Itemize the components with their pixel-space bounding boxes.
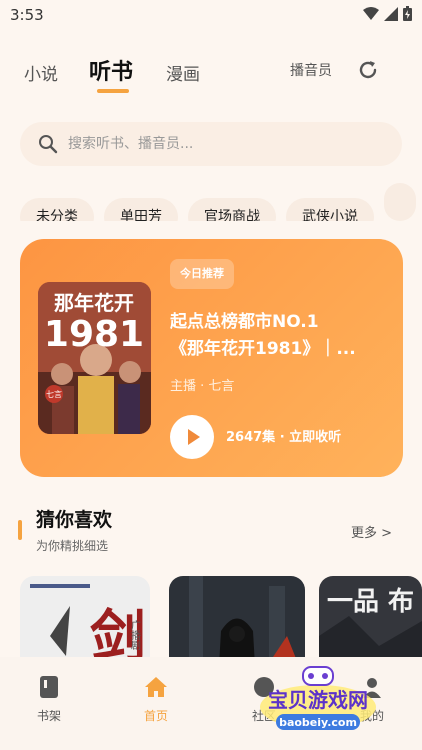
book-icon [40, 676, 58, 698]
chip-shan-tianfang[interactable]: 单田芳 [104, 198, 178, 221]
watermark-logo: 宝贝游戏网 baobeiy.com [248, 665, 388, 735]
signal-icon [384, 6, 398, 21]
recommend-badge: 今日推荐 [170, 259, 234, 289]
refresh-icon[interactable] [356, 58, 380, 82]
search-icon [39, 135, 58, 154]
book-1-side-text: 广播剧 [129, 620, 141, 651]
chip-wuxia[interactable]: 武侠小说 [286, 198, 374, 221]
narrator-link[interactable]: 播音员 [290, 60, 332, 80]
cover-art: 那年花开 1981 七言 [38, 282, 151, 434]
tab-audiobook[interactable]: 听书 [89, 54, 133, 86]
category-chips: 未分类 单田芳 官场商战 武侠小说 [20, 183, 422, 221]
book-3-title: 一品 布 [327, 587, 414, 617]
section-title: 猜你喜欢 [36, 509, 113, 531]
chip-business[interactable]: 官场商战 [188, 198, 276, 221]
book-cover-2 [169, 576, 305, 666]
more-link[interactable]: 更多 > [351, 522, 392, 541]
book-cover-1: 剑 广播剧 [20, 576, 150, 666]
cover-stamp: 七言 [46, 389, 62, 399]
play-icon [188, 429, 200, 445]
book-card-3[interactable]: 一品 布 [319, 576, 422, 666]
watermark-cn: 宝贝游戏网 [268, 688, 368, 712]
nav-home-label: 首页 [143, 709, 168, 723]
book-cover-3: 一品 布 [319, 576, 422, 666]
status-icons [363, 6, 412, 21]
section-accent-bar [18, 520, 22, 540]
nav-bookshelf-label: 书架 [36, 709, 61, 723]
book-card-2[interactable] [169, 576, 305, 666]
book-card-1[interactable]: 剑 广播剧 [20, 576, 150, 666]
watermark-en: baobeiy.com [279, 716, 357, 729]
status-bar: 3:53 [0, 0, 422, 30]
play-button[interactable] [170, 415, 214, 459]
nav-bookshelf[interactable]: 书架 [19, 675, 79, 724]
search-input[interactable] [68, 122, 388, 166]
nav-home[interactable]: 首页 [126, 675, 186, 724]
chip-uncategorized[interactable]: 未分类 [20, 198, 94, 221]
section-subtitle: 为你精挑细选 [36, 539, 109, 553]
recommend-cover[interactable]: 那年花开 1981 七言 [38, 282, 151, 434]
recommend-title[interactable]: 起点总榜都市NO.1 《那年花开1981》｜... [170, 309, 385, 363]
home-icon [145, 677, 167, 697]
battery-icon [403, 6, 412, 21]
status-time: 3:53 [10, 6, 44, 24]
recommend-title-line1: 起点总榜都市NO.1 [170, 312, 319, 332]
recommend-host: 主播 · 七言 [170, 379, 235, 394]
wifi-icon [363, 6, 379, 20]
recommend-card[interactable]: 那年花开 1981 七言 今日推荐 起点总榜都市NO.1 《那年花开1981》｜… [20, 239, 403, 477]
cover-title-text: 那年花开 [54, 291, 134, 315]
search-box[interactable] [20, 122, 402, 166]
recommend-title-line2: 《那年花开1981》｜... [170, 339, 356, 359]
cover-year-text: 1981 [44, 314, 144, 355]
tab-indicator [97, 89, 129, 93]
tab-novel[interactable]: 小说 [24, 60, 58, 85]
recommend-episodes[interactable]: 2647集 · 立即收听 [226, 426, 341, 445]
chip-more[interactable] [384, 183, 416, 221]
tab-comic[interactable]: 漫画 [166, 60, 200, 85]
